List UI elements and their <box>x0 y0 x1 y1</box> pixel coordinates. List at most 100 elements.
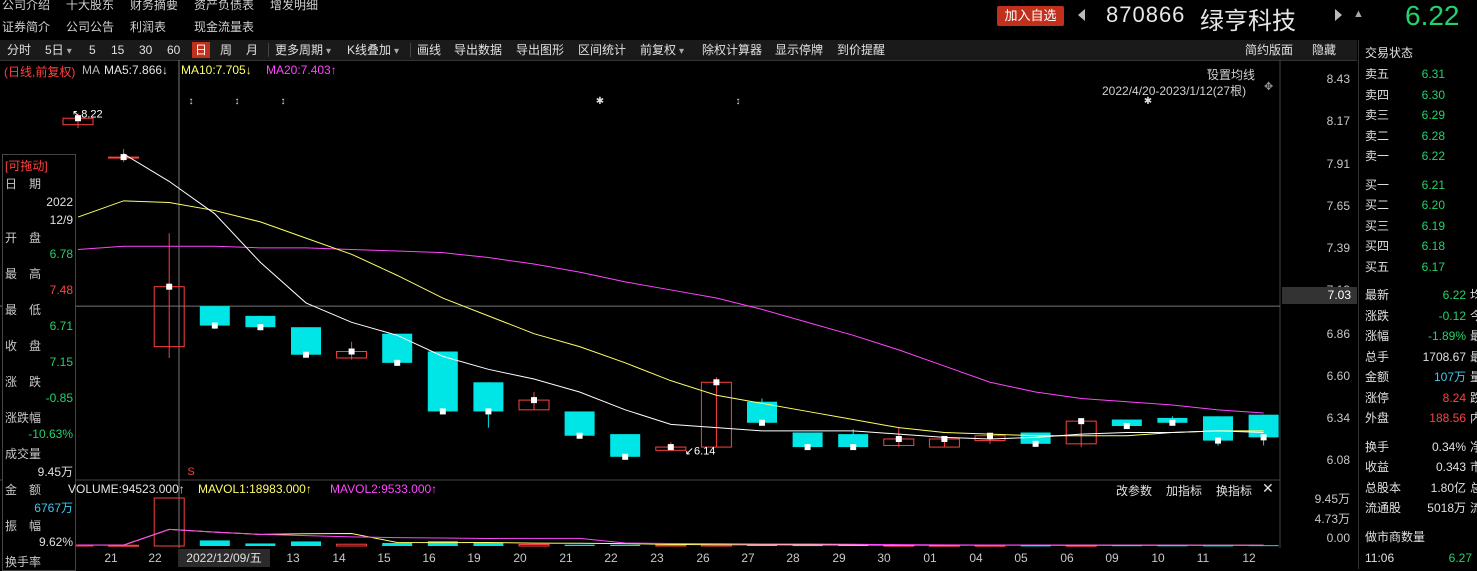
draw-line-button[interactable]: 画线 <box>414 42 444 58</box>
sell-level-5[interactable]: 卖五 6.31 <box>1365 65 1477 83</box>
export-image-button[interactable]: 导出图形 <box>513 42 567 58</box>
candle-body-down <box>291 327 321 355</box>
show-suspension-button[interactable]: 显示停牌 <box>772 42 826 58</box>
close-marker <box>1032 440 1039 447</box>
hide-button[interactable]: 隐藏 <box>1309 42 1339 58</box>
label-change-pct: 涨跌幅 <box>5 411 42 425</box>
buy-level-2[interactable]: 买二 6.20 <box>1365 196 1477 214</box>
tab-daily[interactable]: 日 <box>192 42 211 58</box>
date-tick-label: 15 <box>377 551 391 565</box>
prev-stock-icon[interactable] <box>1078 9 1085 21</box>
mavol1-line <box>77 528 1264 546</box>
add-watchlist-button[interactable]: 加入自选 <box>997 6 1064 26</box>
kline-overlay-dropdown[interactable]: K线叠加 <box>344 42 402 58</box>
panel-drag-title[interactable]: [可拖动] <box>5 157 73 174</box>
date-tick-label: 19 <box>467 551 481 565</box>
tab-5day[interactable]: 5日 <box>42 42 75 58</box>
label-low: 最 低 <box>5 303 42 317</box>
tab-60min[interactable]: 60 <box>164 42 183 58</box>
data-window-panel[interactable]: [可拖动] 日 期 2022 12/9 开 盘 6.78 最 高 7.48 最 … <box>2 154 76 571</box>
buy-level-4[interactable]: 买四 6.18 <box>1365 237 1477 255</box>
tab-30min[interactable]: 30 <box>136 42 155 58</box>
menu-financial-summary[interactable]: 财务摘要 <box>130 0 178 13</box>
volume-bar-up <box>655 544 687 547</box>
volume-bar-down <box>610 544 641 546</box>
range-stats-button[interactable]: 区间统计 <box>575 42 629 58</box>
order-level-label: 卖一 <box>1365 149 1390 163</box>
quote-row: 换手 0.34% 净 <box>1365 438 1477 456</box>
tab-intraday[interactable]: 分时 <box>4 42 34 58</box>
sell-level-1[interactable]: 卖一 6.22 <box>1365 147 1477 165</box>
menu-additional-issue[interactable]: 增发明细 <box>270 0 318 13</box>
next-stock-icon[interactable] <box>1335 9 1342 21</box>
date-tick-label: 14 <box>332 551 346 565</box>
quote-label: 金额 <box>1365 370 1390 384</box>
close-marker <box>804 444 811 451</box>
low-price-mark: ↙6.14 <box>685 445 716 457</box>
value-amount: 6767万 <box>34 501 73 515</box>
menu-balance-sheet[interactable]: 资产负债表 <box>194 0 254 13</box>
price-alert-button[interactable]: 到价提醒 <box>834 42 888 58</box>
sell-level-3[interactable]: 卖三 6.29 <box>1365 106 1477 124</box>
event-marker-icon: ✱ <box>596 96 604 107</box>
close-icon[interactable]: ✕ <box>1262 480 1274 497</box>
stock-name: 绿亨科技 <box>1200 8 1296 35</box>
menu-top-shareholders[interactable]: 十大股东 <box>66 0 114 13</box>
sell-level-4[interactable]: 卖四 6.30 <box>1365 86 1477 104</box>
export-data-button[interactable]: 导出数据 <box>451 42 505 58</box>
quote-value: 6.22 <box>1442 288 1466 302</box>
close-marker <box>850 444 857 451</box>
buy-level-1[interactable]: 买一 6.21 <box>1365 176 1477 194</box>
menu-security-brief[interactable]: 证券简介 <box>2 18 50 35</box>
order-level-price: 6.21 <box>1421 177 1445 192</box>
close-marker <box>1078 418 1085 425</box>
volume-indicator-bar: VOLUME:94523.000↑ MAVOL1:18983.000↑ MAVO… <box>68 480 1280 499</box>
date-tick-label: 21 <box>104 551 118 565</box>
quote-row: 总股本 1.80亿总 <box>1365 479 1477 497</box>
kline-chart[interactable]: ↕ ↕ ↕ ✱ ↕ ✱ ↖8.22 ↙6.14 S <box>0 60 1357 548</box>
quote-cut-label: 市 <box>1470 460 1477 474</box>
date-tick-label: 12 <box>1242 551 1256 565</box>
menu-income-statement[interactable]: 利润表 <box>130 18 166 35</box>
tab-weekly[interactable]: 周 <box>217 42 235 58</box>
sell-level-2[interactable]: 卖二 6.28 <box>1365 127 1477 145</box>
tab-5min[interactable]: 5 <box>86 42 99 58</box>
price-tick-label: 6.60 <box>1326 368 1350 383</box>
order-level-label: 卖四 <box>1365 87 1390 102</box>
tab-monthly[interactable]: 月 <box>243 42 261 58</box>
crosshair-price-label: 7.03 <box>1282 287 1357 304</box>
order-level-price: 6.22 <box>1421 149 1445 163</box>
menu-announcements[interactable]: 公司公告 <box>66 18 114 35</box>
volume-axis-zero: 0.00 <box>1326 531 1350 545</box>
date-tick-label: 13 <box>286 551 300 565</box>
adjust-mode-dropdown[interactable]: 前复权 <box>637 42 687 58</box>
tab-15min[interactable]: 15 <box>108 42 127 58</box>
volume-axis-mid: 4.73万 <box>1314 512 1350 526</box>
close-marker <box>713 379 720 386</box>
high-price-mark: ↖8.22 <box>72 108 103 120</box>
selected-date-label: 2022/12/09/五 <box>178 549 270 567</box>
ex-rights-calculator-button[interactable]: 除权计算器 <box>699 42 765 58</box>
close-marker <box>166 283 173 290</box>
menu-cash-flow[interactable]: 现金流量表 <box>194 18 254 35</box>
candle-body-down <box>473 382 504 412</box>
quote-cut-label: 均 <box>1470 288 1477 302</box>
ma5-line <box>123 153 1264 440</box>
bell-icon[interactable]: ▲ <box>1353 8 1364 20</box>
close-marker <box>622 453 629 460</box>
switch-indicator-button[interactable]: 换指标 <box>1216 482 1252 499</box>
menu-company-intro[interactable]: 公司介绍 <box>2 0 50 13</box>
quote-cut-label: 净 <box>1470 439 1477 454</box>
value-change: -0.85 <box>45 391 73 405</box>
date-tick-label: 23 <box>650 551 664 565</box>
date-tick-label: 26 <box>696 551 710 565</box>
price-tick-label: 7.65 <box>1326 198 1350 213</box>
buy-level-3[interactable]: 买三 6.19 <box>1365 217 1477 235</box>
buy-level-5[interactable]: 买五 6.17 <box>1365 258 1477 276</box>
value-low: 6.71 <box>49 319 73 333</box>
candle-body-down <box>382 333 413 363</box>
add-indicator-button[interactable]: 加指标 <box>1166 482 1202 499</box>
simple-layout-button[interactable]: 简约版面 <box>1242 42 1296 58</box>
more-periods-dropdown[interactable]: 更多周期 <box>272 42 334 58</box>
edit-params-button[interactable]: 改参数 <box>1116 482 1152 499</box>
